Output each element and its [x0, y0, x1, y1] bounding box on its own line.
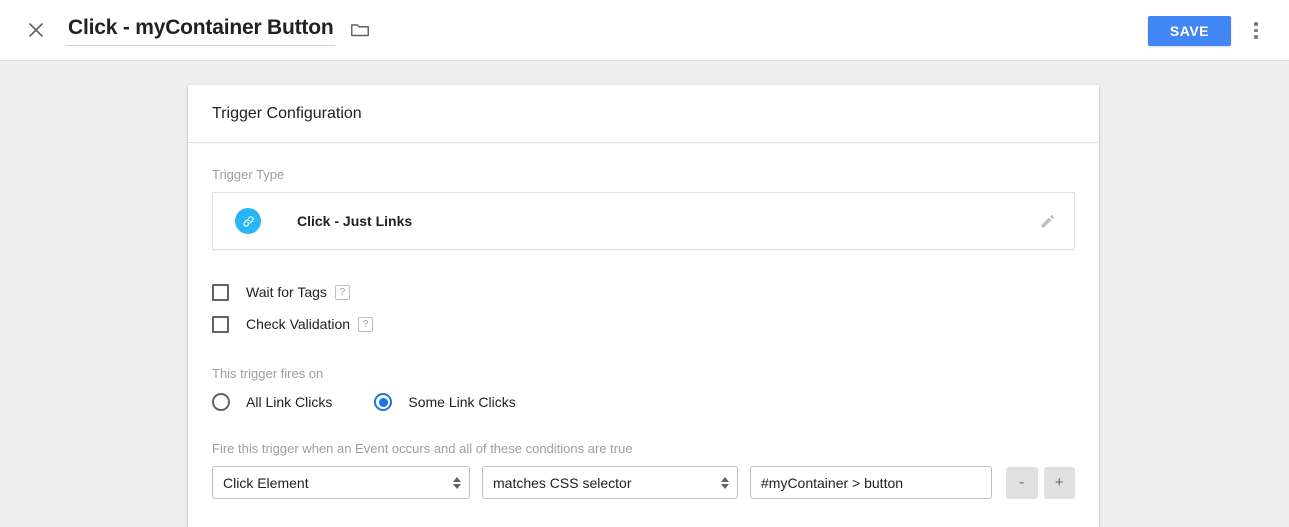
- fires-on-section: This trigger fires on All Link Clicks So…: [212, 366, 1075, 411]
- wait-for-tags-checkbox[interactable]: [212, 284, 229, 301]
- close-icon: [26, 20, 46, 40]
- dot: [1254, 22, 1258, 26]
- page-body: Trigger Configuration Trigger Type Click…: [0, 61, 1289, 514]
- condition-row: Click Element matches CSS selector: [212, 466, 1075, 499]
- fires-on-radio-group: All Link Clicks Some Link Clicks: [212, 393, 1075, 411]
- trigger-name-input[interactable]: Click - myContainer Button: [66, 14, 335, 46]
- title-group: Click - myContainer Button: [66, 14, 371, 46]
- app-bar-actions: SAVE: [1148, 0, 1275, 61]
- radio-indicator[interactable]: [212, 393, 230, 411]
- radio-all-link-clicks[interactable]: All Link Clicks: [212, 393, 332, 411]
- trigger-configuration-card: Trigger Configuration Trigger Type Click…: [188, 85, 1099, 527]
- trigger-type-row[interactable]: Click - Just Links: [212, 192, 1075, 250]
- radio-indicator-selected[interactable]: [374, 393, 392, 411]
- save-button[interactable]: SAVE: [1148, 16, 1231, 46]
- conditions-section: Fire this trigger when an Event occurs a…: [212, 441, 1075, 499]
- option-check-validation[interactable]: Check Validation ?: [212, 308, 1075, 340]
- card-title: Trigger Configuration: [188, 85, 1099, 143]
- condition-variable-select[interactable]: Click Element: [212, 466, 470, 499]
- remove-condition-button[interactable]: -: [1006, 467, 1037, 499]
- close-button[interactable]: [20, 14, 52, 46]
- app-bar: Click - myContainer Button SAVE: [0, 0, 1289, 61]
- more-vert-icon[interactable]: [1237, 11, 1275, 51]
- trigger-type-label: Trigger Type: [212, 167, 1075, 182]
- trigger-options: Wait for Tags ? Check Validation ?: [212, 276, 1075, 340]
- add-condition-button[interactable]: +: [1044, 467, 1075, 499]
- condition-operator-wrap: matches CSS selector: [482, 466, 738, 499]
- help-icon[interactable]: ?: [335, 285, 350, 300]
- radio-label: Some Link Clicks: [408, 394, 515, 410]
- option-label: Wait for Tags: [246, 284, 327, 300]
- pencil-icon[interactable]: [1034, 208, 1060, 234]
- option-label: Check Validation: [246, 316, 350, 332]
- trigger-type-name: Click - Just Links: [297, 213, 412, 229]
- check-validation-checkbox[interactable]: [212, 316, 229, 333]
- conditions-label: Fire this trigger when an Event occurs a…: [212, 441, 1075, 456]
- card-body: Trigger Type Click - Just Links: [188, 143, 1099, 527]
- folder-icon[interactable]: [349, 19, 371, 41]
- radio-label: All Link Clicks: [246, 394, 332, 410]
- condition-variable-wrap: Click Element: [212, 466, 470, 499]
- condition-operator-select[interactable]: matches CSS selector: [482, 466, 738, 499]
- link-icon: [235, 208, 261, 234]
- help-icon[interactable]: ?: [358, 317, 373, 332]
- option-wait-for-tags[interactable]: Wait for Tags ?: [212, 276, 1075, 308]
- condition-value-input[interactable]: [750, 466, 992, 499]
- radio-some-link-clicks[interactable]: Some Link Clicks: [374, 393, 515, 411]
- fires-on-label: This trigger fires on: [212, 366, 1075, 381]
- dot: [1254, 29, 1258, 33]
- dot: [1254, 35, 1258, 39]
